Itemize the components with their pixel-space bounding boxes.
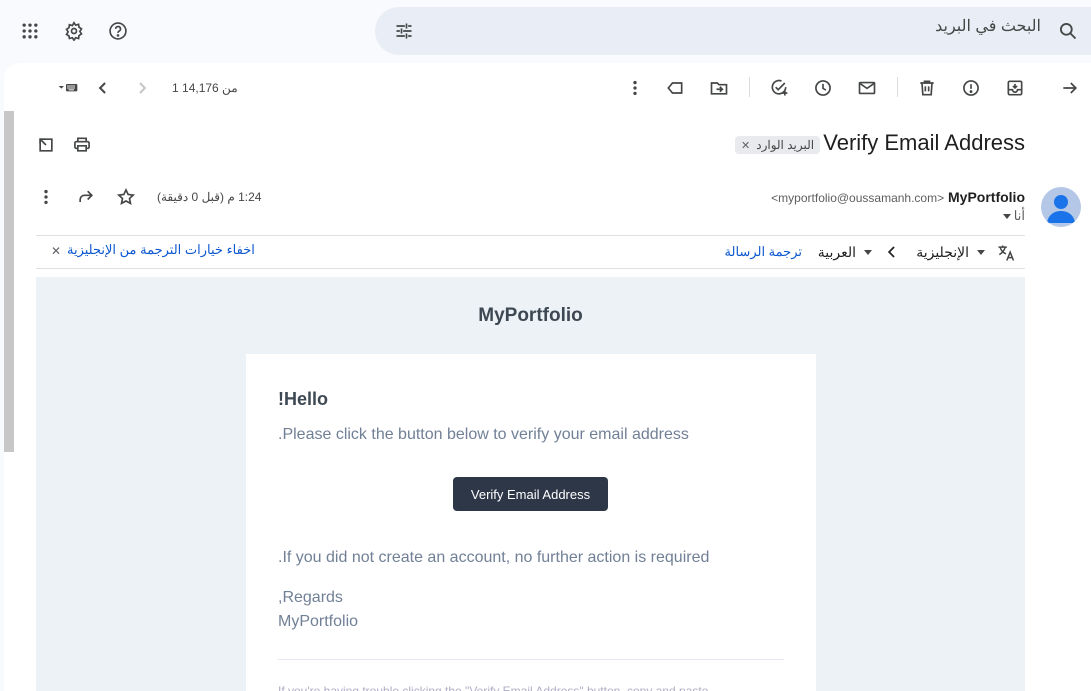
archive-icon[interactable] [1003,76,1027,100]
hide-translation-options-link[interactable]: اخفاء خيارات الترجمة من الإنجليزية [67,242,255,258]
translate-direction-chevron-icon [880,240,904,264]
recipient-name: أنا [1013,208,1025,223]
sender-name: MyPortfolio [948,189,1025,205]
older-chevron-right-icon[interactable] [130,76,154,100]
label-chip-text: البريد الوارد [756,138,815,152]
remove-label-close-icon[interactable]: ✕ [741,139,750,152]
forward-icon[interactable] [74,185,98,209]
email-regards-text: ,Regards [278,589,343,606]
source-language-select[interactable]: الإنجليزية [916,244,985,261]
target-language-select[interactable]: العربية [818,244,872,261]
label-icon[interactable] [663,76,687,100]
input-tools-keyboard-icon[interactable] [52,76,84,100]
pagination-count: 1 من 14,176 [172,81,238,95]
source-language-caret-icon [977,250,985,255]
apps-grid-icon[interactable] [18,19,42,43]
delete-trash-icon[interactable] [915,76,939,100]
email-greeting: !Hello [278,389,329,409]
add-to-tasks-icon[interactable] [767,76,791,100]
email-brand-header[interactable]: MyPortfolio [36,305,1025,327]
sender-avatar[interactable] [1041,187,1081,227]
back-arrow-icon[interactable] [1058,76,1082,100]
email-footer-text: If you're having trouble clicking the "V… [278,684,709,691]
hide-translation-close-icon[interactable]: ✕ [51,244,61,258]
source-language-label: الإنجليزية [916,244,969,260]
search-icon[interactable] [1056,19,1080,43]
recipient-details[interactable]: أنا [1002,208,1025,224]
verify-email-button[interactable]: Verify Email Address [453,477,608,511]
sender-line[interactable]: <myportfolio@oussamanh.com> MyPortfolio [771,189,1025,205]
email-signature-text: MyPortfolio [278,613,359,630]
report-spam-icon[interactable] [959,76,983,100]
email-no-action-text: .If you did not create an account, no fu… [278,549,710,566]
open-new-window-icon[interactable] [34,133,58,157]
email-divider [278,659,784,660]
toolbar-divider [749,77,750,97]
more-options-icon[interactable] [623,76,647,100]
mark-unread-mail-icon[interactable] [855,76,879,100]
target-language-caret-icon [864,250,872,255]
move-to-icon[interactable] [707,76,731,100]
star-icon[interactable] [114,185,138,209]
scrollbar[interactable] [4,111,14,452]
toolbar-divider [897,77,898,97]
help-icon[interactable] [106,19,130,43]
search-filter-icon[interactable] [392,19,416,43]
print-icon[interactable] [70,133,94,157]
settings-gear-icon[interactable] [62,19,86,43]
inbox-label-chip[interactable]: البريد الوارد ✕ [735,136,821,154]
email-content-panel [246,354,816,691]
translate-icon [994,241,1018,265]
snooze-clock-icon[interactable] [811,76,835,100]
search-input[interactable]: البحث في البريد [935,16,1041,36]
email-instruction-text: .Please click the button below to verify… [278,426,689,443]
sender-email: <myportfolio@oussamanh.com> [771,191,945,205]
target-language-label: العربية [817,244,856,260]
message-more-options-icon[interactable] [34,185,58,209]
newer-chevron-left-icon[interactable] [91,76,115,100]
recipient-caret-down-icon[interactable] [1002,213,1011,219]
received-time: 1:24 م (قبل 0 دقيقة) [157,190,262,204]
email-subject: Verify Email Address [823,130,1025,155]
translate-message-link[interactable]: ترجمة الرسالة [725,244,802,260]
